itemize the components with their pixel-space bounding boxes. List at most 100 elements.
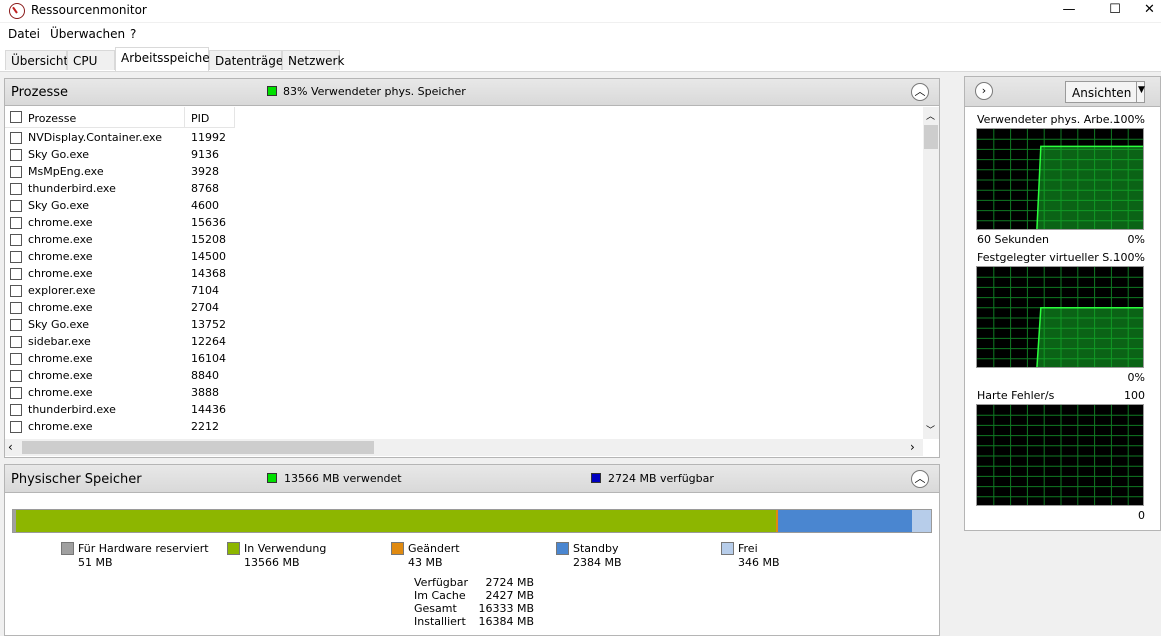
- memory-bar-segment-standby: [778, 510, 912, 532]
- process-checkbox[interactable]: [10, 166, 22, 178]
- graph-series-area: [1036, 145, 1143, 229]
- process-row[interactable]: chrome.exe 8840: [5, 367, 235, 384]
- process-row[interactable]: chrome.exe 14500: [5, 248, 235, 265]
- process-row[interactable]: chrome.exe 2212: [5, 418, 235, 435]
- process-checkbox[interactable]: [10, 421, 22, 433]
- collapse-physical-memory-button[interactable]: ︿: [911, 470, 929, 488]
- processes-header[interactable]: Prozesse 83% Verwendeter phys. Speicher …: [5, 79, 939, 106]
- title-bar: Ressourcenmonitor — ☐ ✕: [0, 0, 1161, 22]
- tab-datentraeger[interactable]: Datenträger: [209, 50, 288, 70]
- close-button[interactable]: ✕: [1138, 0, 1161, 22]
- process-checkbox[interactable]: [10, 285, 22, 297]
- graph-title: Verwendeter phys. Arbe...: [977, 113, 1121, 126]
- process-row[interactable]: chrome.exe 15208: [5, 231, 235, 248]
- scroll-left-arrow-icon[interactable]: ‹: [8, 440, 13, 454]
- process-checkbox[interactable]: [10, 234, 22, 246]
- process-row[interactable]: NVDisplay.Container.exe 11992: [5, 129, 235, 146]
- window-title: Ressourcenmonitor: [31, 3, 147, 17]
- tab-uebersicht[interactable]: Übersicht: [5, 50, 68, 70]
- vertical-scroll-thumb[interactable]: [924, 125, 938, 149]
- tab-netzwerk[interactable]: Netzwerk: [282, 50, 344, 70]
- process-name: Sky Go.exe: [28, 148, 90, 161]
- horizontal-scroll-thumb[interactable]: [22, 441, 374, 454]
- scroll-right-arrow-icon[interactable]: ›: [910, 440, 915, 454]
- process-checkbox[interactable]: [10, 217, 22, 229]
- process-checkbox[interactable]: [10, 404, 22, 416]
- process-checkbox[interactable]: [10, 251, 22, 263]
- processes-panel: Prozesse 83% Verwendeter phys. Speicher …: [4, 78, 940, 458]
- process-row[interactable]: chrome.exe 15636: [5, 214, 235, 231]
- graph-min-label: 0%: [1127, 371, 1145, 384]
- expand-graphs-button[interactable]: ›: [975, 82, 993, 100]
- memory-usage-indicator: [267, 86, 277, 96]
- process-checkbox[interactable]: [10, 302, 22, 314]
- process-checkbox[interactable]: [10, 370, 22, 382]
- process-checkbox[interactable]: [10, 387, 22, 399]
- available-memory-label: 2724 MB verfügbar: [608, 472, 714, 485]
- memory-stat-label: Installiert: [414, 615, 466, 628]
- physical-memory-header[interactable]: Physischer Speicher 13566 MB verwendet 2…: [5, 465, 939, 493]
- process-row[interactable]: chrome.exe 16104: [5, 350, 235, 367]
- process-checkbox[interactable]: [10, 132, 22, 144]
- process-row[interactable]: Sky Go.exe 13752: [5, 316, 235, 333]
- menu-help[interactable]: ?: [130, 27, 136, 41]
- process-pid: 14436: [191, 403, 226, 416]
- scroll-up-arrow-icon[interactable]: ︿: [926, 109, 935, 122]
- column-divider[interactable]: [234, 107, 235, 128]
- graphs-toolbar: › Ansichten ▼: [965, 77, 1160, 107]
- legend-swatch-hardware: [61, 542, 74, 555]
- process-name: chrome.exe: [28, 386, 93, 399]
- views-dropdown[interactable]: Ansichten ▼: [1065, 81, 1145, 103]
- minimize-button[interactable]: —: [1046, 0, 1092, 22]
- panel-splitter[interactable]: [940, 75, 960, 633]
- tab-bar: Übersicht CPU Arbeitsspeicher Datenträge…: [0, 45, 1161, 72]
- process-row[interactable]: thunderbird.exe 14436: [5, 401, 235, 418]
- process-checkbox[interactable]: [10, 319, 22, 331]
- memory-legend: Für Hardware reserviert 51 MB In Verwendun…: [5, 541, 939, 577]
- process-pid: 3888: [191, 386, 219, 399]
- process-row[interactable]: explorer.exe 7104: [5, 282, 235, 299]
- process-name: chrome.exe: [28, 352, 93, 365]
- process-row[interactable]: thunderbird.exe 8768: [5, 180, 235, 197]
- process-checkbox[interactable]: [10, 268, 22, 280]
- tab-arbeitsspeicher[interactable]: Arbeitsspeicher: [115, 47, 215, 71]
- process-name: explorer.exe: [28, 284, 96, 297]
- process-row[interactable]: Sky Go.exe 9136: [5, 146, 235, 163]
- process-row[interactable]: chrome.exe 14368: [5, 265, 235, 282]
- physical-memory-title: Physischer Speicher: [11, 472, 142, 487]
- column-header-process[interactable]: Prozesse: [28, 112, 76, 125]
- maximize-button[interactable]: ☐: [1092, 0, 1138, 22]
- collapse-processes-button[interactable]: ︿: [911, 83, 929, 101]
- process-checkbox[interactable]: [10, 200, 22, 212]
- process-name: MsMpEng.exe: [28, 165, 104, 178]
- graph-series-area: [1036, 307, 1143, 367]
- horizontal-scrollbar[interactable]: ‹ ›: [5, 439, 923, 456]
- legend-value-modified: 43 MB: [408, 556, 443, 569]
- process-checkbox[interactable]: [10, 353, 22, 365]
- graph-title: Harte Fehler/s: [977, 389, 1055, 402]
- process-checkbox[interactable]: [10, 149, 22, 161]
- menu-ueberwachen[interactable]: Überwachen: [50, 27, 125, 41]
- select-all-checkbox[interactable]: [10, 111, 22, 123]
- scroll-down-arrow-icon[interactable]: ﹀: [926, 423, 935, 436]
- process-name: chrome.exe: [28, 369, 93, 382]
- process-row[interactable]: chrome.exe 3888: [5, 384, 235, 401]
- vertical-scrollbar[interactable]: ︿ ﹀: [923, 107, 939, 439]
- process-checkbox[interactable]: [10, 336, 22, 348]
- dropdown-arrow-icon[interactable]: ▼: [1138, 85, 1145, 95]
- process-row[interactable]: Sky Go.exe 4600: [5, 197, 235, 214]
- tab-cpu[interactable]: CPU: [67, 50, 115, 70]
- process-row[interactable]: MsMpEng.exe 3928: [5, 163, 235, 180]
- column-divider[interactable]: [184, 107, 185, 128]
- process-row[interactable]: sidebar.exe 12264: [5, 333, 235, 350]
- graph-title: Festgelegter virtueller S...: [977, 251, 1120, 264]
- process-row[interactable]: chrome.exe 2704: [5, 299, 235, 316]
- used-memory-label: 13566 MB verwendet: [284, 472, 402, 485]
- menu-datei[interactable]: Datei: [8, 27, 40, 41]
- processes-title: Prozesse: [11, 85, 68, 100]
- process-checkbox[interactable]: [10, 183, 22, 195]
- column-header-pid[interactable]: PID: [191, 112, 209, 125]
- process-pid: 14500: [191, 250, 226, 263]
- graph-min-label: 0: [1138, 509, 1145, 522]
- memory-stat-label: Im Cache: [414, 589, 466, 602]
